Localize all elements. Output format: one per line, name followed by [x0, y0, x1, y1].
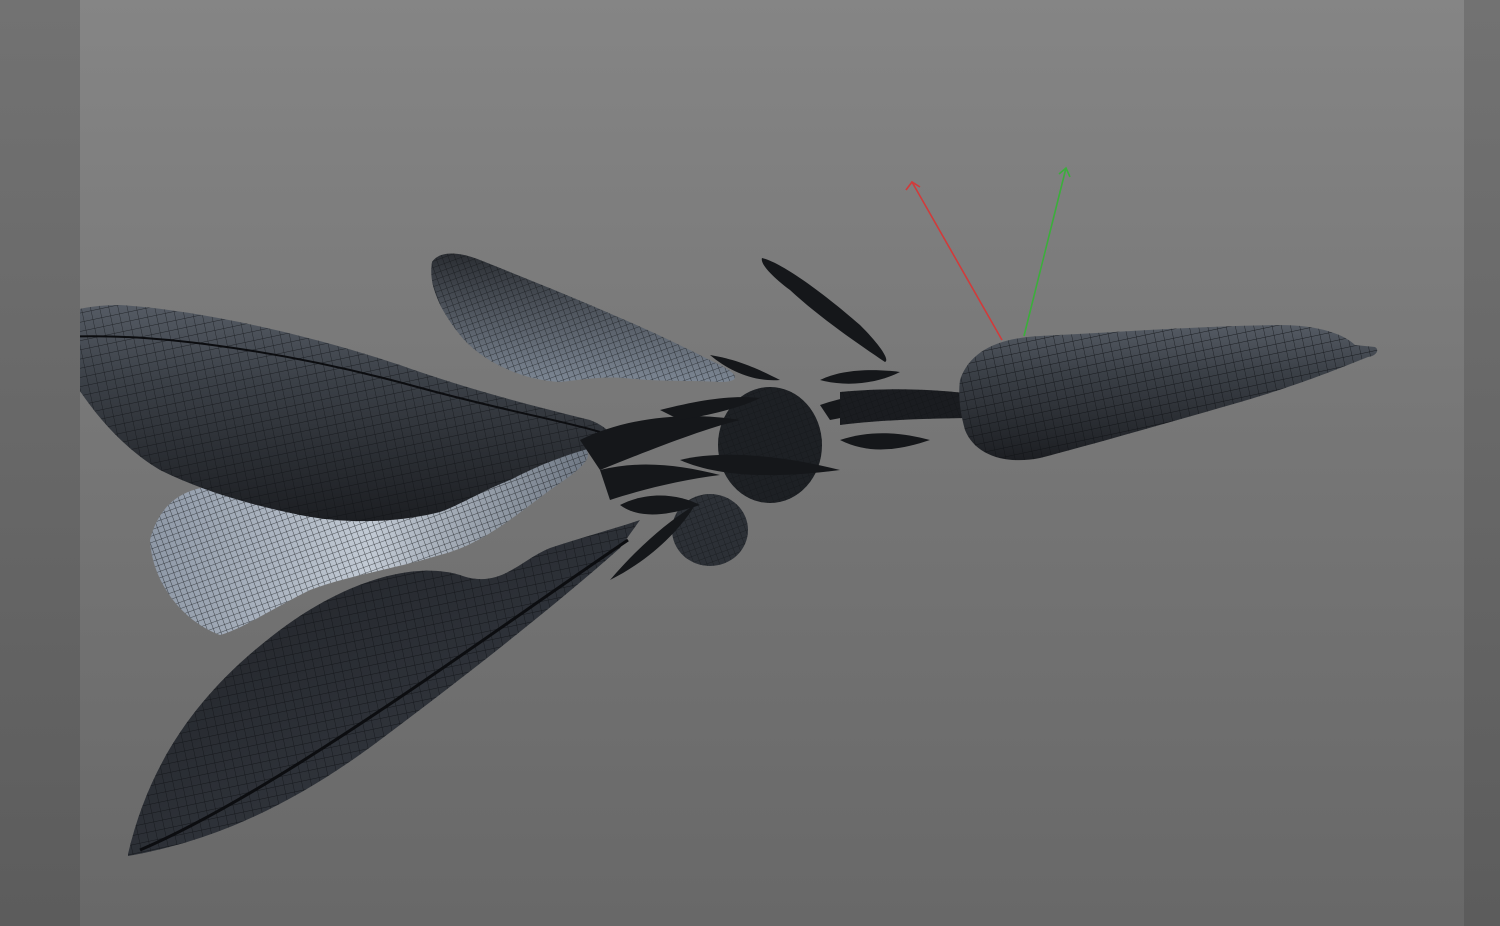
left-panel-edge: [0, 0, 80, 926]
upper-small-fin[interactable]: [431, 253, 735, 383]
right-panel-edge: [1464, 0, 1500, 926]
body-pod[interactable]: [959, 325, 1378, 461]
modeling-app: [0, 0, 1500, 926]
transform-gizmo[interactable]: [905, 166, 1071, 341]
y-axis-handle[interactable]: [1023, 166, 1071, 337]
scene-canvas[interactable]: [80, 0, 1464, 926]
3d-viewport[interactable]: [80, 0, 1464, 926]
x-axis-handle[interactable]: [905, 180, 1003, 341]
